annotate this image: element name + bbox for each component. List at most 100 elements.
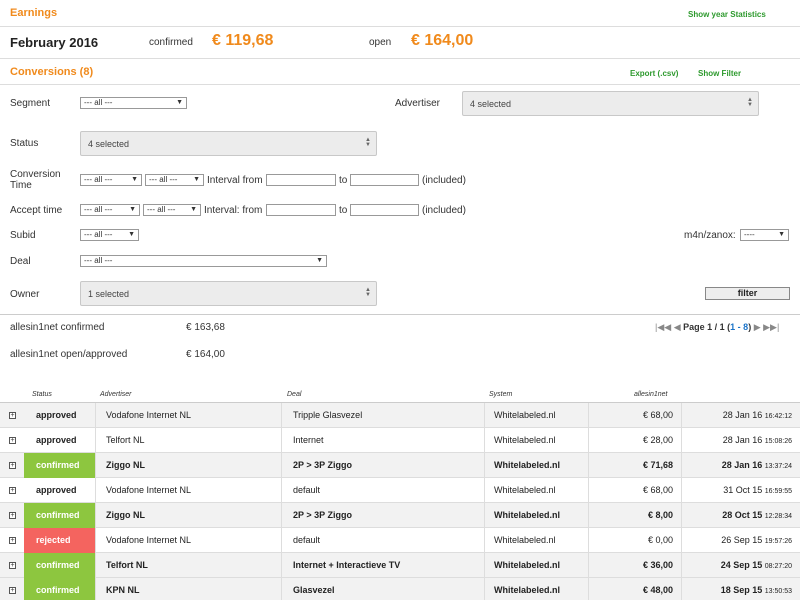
segment-select[interactable]: --- all --- ▼: [80, 97, 187, 109]
date-cell: 31 Oct 15 16:59:55: [681, 478, 800, 503]
status-badge: confirmed: [24, 503, 95, 528]
col-deal[interactable]: Deal: [287, 391, 301, 398]
status-badge: confirmed: [24, 578, 95, 600]
advertiser-cell: Ziggo NL: [95, 503, 281, 528]
deal-select-value: --- all ---: [84, 256, 113, 265]
expand-row-icon[interactable]: +: [9, 462, 16, 469]
system-cell: Whitelabeled.nl: [484, 453, 588, 478]
summary-confirmed-label: allesin1net confirmed: [10, 322, 105, 333]
m4n-zanox-select-value: ----: [744, 230, 755, 239]
advertiser-cell: Vodafone Internet NL: [95, 403, 281, 428]
table-row[interactable]: + approved Telfort NL Internet Whitelabeled.…: [0, 428, 800, 453]
expand-row-icon[interactable]: +: [9, 587, 16, 594]
table-row[interactable]: + confirmed Ziggo NL 2P > 3P Ziggo Whitelabe…: [0, 503, 800, 528]
prev-page-icon[interactable]: ◀: [674, 322, 681, 332]
first-page-icon[interactable]: |◀◀: [655, 322, 671, 332]
show-filter-link[interactable]: Show Filter: [698, 69, 741, 78]
accept-time-select-2-value: --- all ---: [147, 205, 176, 214]
deal-cell: Tripple Glasvezel: [281, 403, 484, 428]
advertiser-cell: Vodafone Internet NL: [95, 478, 281, 503]
amount-cell: € 71,68: [588, 453, 681, 478]
interval-from-label: Interval from: [207, 175, 263, 186]
accept-time-label: Accept time: [10, 205, 63, 216]
status-badge: rejected: [24, 528, 95, 553]
system-cell: Whitelabeled.nl: [484, 478, 588, 503]
current-month: February 2016: [10, 35, 99, 50]
date-value: 28 Jan 16: [721, 460, 763, 470]
owner-multiselect[interactable]: 1 selected ▲ ▼: [80, 281, 377, 306]
last-page-icon[interactable]: ▶▶|: [763, 322, 779, 332]
accept-time-select-1[interactable]: --- all --- ▼: [80, 204, 140, 216]
show-year-statistics-link[interactable]: Show year Statistics: [688, 10, 766, 19]
subid-select-value: --- all ---: [84, 230, 113, 239]
subid-label: Subid: [10, 230, 36, 241]
accept-time-select-2[interactable]: --- all --- ▼: [143, 204, 201, 216]
accept-time-to-input[interactable]: [350, 204, 419, 216]
system-cell: Whitelabeled.nl: [484, 578, 588, 600]
date-value: 31 Oct 15: [723, 485, 763, 495]
col-system[interactable]: System: [489, 391, 512, 398]
expand-row-icon[interactable]: +: [9, 437, 16, 444]
time-value: 13:37:24: [764, 463, 792, 470]
next-page-icon[interactable]: ▶: [754, 322, 761, 332]
system-cell: Whitelabeled.nl: [484, 428, 588, 453]
col-advertiser[interactable]: Advertiser: [100, 391, 132, 398]
table-row[interactable]: + approved Vodafone Internet NL default Whit…: [0, 478, 800, 503]
date-cell: 28 Jan 16 15:08:26: [681, 428, 800, 453]
conversion-time-select-1[interactable]: --- all --- ▼: [80, 174, 142, 186]
date-cell: 28 Oct 15 12:28:34: [681, 503, 800, 528]
col-allesin1net[interactable]: allesin1net: [634, 391, 667, 398]
status-multiselect[interactable]: 4 selected ▲ ▼: [80, 131, 377, 156]
m4n-zanox-select[interactable]: ---- ▼: [740, 229, 789, 241]
deal-cell: Internet + Interactieve TV: [281, 553, 484, 578]
summary-open-value: € 164,00: [186, 349, 225, 360]
table-row[interactable]: + confirmed Ziggo NL 2P > 3P Ziggo Whitelabe…: [0, 453, 800, 478]
advertiser-cell: Telfort NL: [95, 428, 281, 453]
subid-select[interactable]: --- all --- ▼: [80, 229, 139, 241]
pager: |◀◀ ◀ Page 1 / 1 (1 - 8) ▶ ▶▶|: [655, 322, 779, 333]
open-amount: € 164,00: [411, 32, 474, 49]
chevron-down-icon: ▼: [316, 257, 323, 264]
accept-time-select-1-value: --- all ---: [84, 205, 113, 214]
status-badge: approved: [36, 410, 77, 420]
filter-button[interactable]: filter: [705, 287, 790, 300]
table-row[interactable]: + confirmed Telfort NL Internet + Interacti…: [0, 553, 800, 578]
system-cell: Whitelabeled.nl: [484, 503, 588, 528]
time-value: 12:28:34: [764, 513, 792, 520]
conversion-time-select-2[interactable]: --- all --- ▼: [145, 174, 204, 186]
expand-row-icon[interactable]: +: [9, 537, 16, 544]
export-csv-link[interactable]: Export (.csv): [630, 69, 678, 78]
chevron-down-icon: ▼: [190, 206, 197, 213]
segment-label: Segment: [10, 98, 51, 109]
expand-row-icon[interactable]: +: [9, 512, 16, 519]
status-label: Status: [10, 138, 39, 149]
to-label-2: to: [339, 205, 348, 216]
deal-select[interactable]: --- all --- ▼: [80, 255, 327, 267]
expand-row-icon[interactable]: +: [9, 562, 16, 569]
status-badge: confirmed: [24, 453, 95, 478]
page-indicator: Page 1 / 1: [683, 322, 725, 332]
chevron-down-icon: ▼: [176, 99, 183, 106]
table-row[interactable]: + confirmed KPN NL Glasvezel Whitelabeled.nl…: [0, 578, 800, 600]
chevron-down-icon: ▼: [778, 231, 785, 238]
expand-row-icon[interactable]: +: [9, 412, 16, 419]
table-row[interactable]: + approved Vodafone Internet NL Tripple Gla…: [0, 403, 800, 428]
confirmed-amount: € 119,68: [212, 32, 274, 49]
time-value: 16:59:55: [764, 488, 792, 495]
table-row[interactable]: + rejected Vodafone Internet NL default Whit…: [0, 528, 800, 553]
accept-time-from-input[interactable]: [266, 204, 336, 216]
col-status[interactable]: Status: [32, 391, 52, 398]
updown-arrows-icon: ▲ ▼: [365, 137, 371, 148]
table-header: Status Advertiser Deal System allesin1ne…: [0, 390, 800, 403]
advertiser-multiselect[interactable]: 4 selected ▲ ▼: [462, 91, 759, 116]
system-cell: Whitelabeled.nl: [484, 403, 588, 428]
status-badge: approved: [36, 485, 77, 495]
conversions-title: Conversions (8): [10, 66, 94, 78]
conversion-time-to-input[interactable]: [350, 174, 419, 186]
amount-cell: € 68,00: [588, 478, 681, 503]
date-cell: 26 Sep 15 19:57:26: [681, 528, 800, 553]
expand-row-icon[interactable]: +: [9, 487, 16, 494]
time-value: 16:42:12: [764, 413, 792, 420]
conversion-time-from-input[interactable]: [266, 174, 336, 186]
date-value: 28 Oct 15: [722, 510, 763, 520]
